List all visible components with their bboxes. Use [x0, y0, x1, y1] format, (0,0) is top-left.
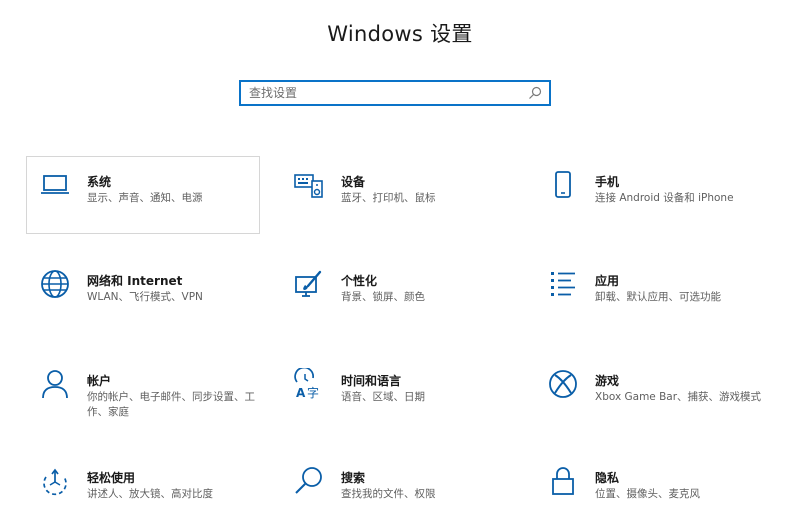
search-icon[interactable]	[528, 86, 542, 100]
ease-of-access-icon	[39, 465, 71, 497]
apps-list-icon	[547, 268, 579, 300]
globe-icon	[39, 268, 71, 300]
tile-description: 位置、摄像头、麦克风	[595, 488, 700, 500]
tile-search[interactable]: 搜索 查找我的文件、权限	[280, 452, 514, 530]
paintbrush-icon	[293, 268, 325, 300]
tile-title: 个性化	[341, 274, 378, 288]
tile-ease-of-access[interactable]: 轻松使用 讲述人、放大镜、高对比度	[26, 452, 260, 530]
tile-title: 搜索	[341, 471, 366, 485]
tile-accounts[interactable]: 帐户 你的帐户、电子邮件、同步设置、工作、家庭	[26, 355, 260, 433]
xbox-icon	[547, 368, 579, 400]
tile-system[interactable]: 系统 显示、声音、通知、电源	[26, 156, 260, 234]
person-icon	[39, 368, 71, 400]
tile-apps[interactable]: 应用 卸载、默认应用、可选功能	[534, 255, 768, 333]
tile-title: 网络和 Internet	[87, 274, 183, 288]
tile-title: 设备	[341, 175, 366, 189]
tile-network[interactable]: 网络和 Internet WLAN、飞行模式、VPN	[26, 255, 260, 333]
tile-description: WLAN、飞行模式、VPN	[87, 291, 203, 303]
svg-text:A: A	[296, 386, 306, 400]
tile-title: 时间和语言	[341, 374, 402, 388]
tile-title: 游戏	[595, 374, 620, 388]
tile-title: 隐私	[595, 471, 620, 485]
tile-phone[interactable]: 手机 连接 Android 设备和 iPhone	[534, 156, 768, 234]
tile-time-language[interactable]: A 字 时间和语言 语音、区域、日期	[280, 355, 514, 433]
tile-title: 手机	[595, 175, 620, 189]
devices-icon	[293, 169, 325, 201]
lock-icon	[547, 465, 579, 497]
tile-description: 语音、区域、日期	[341, 391, 425, 403]
svg-text:字: 字	[307, 385, 319, 400]
tile-description: 卸载、默认应用、可选功能	[595, 291, 721, 303]
search-box[interactable]	[239, 80, 551, 106]
tile-devices[interactable]: 设备 蓝牙、打印机、鼠标	[280, 156, 514, 234]
tile-description: 蓝牙、打印机、鼠标	[341, 192, 436, 204]
tile-description: 你的帐户、电子邮件、同步设置、工作、家庭	[87, 391, 255, 418]
search-input[interactable]	[249, 82, 519, 104]
tile-personalization[interactable]: 个性化 背景、锁屏、颜色	[280, 255, 514, 333]
tile-title: 应用	[595, 274, 620, 288]
search-icon	[293, 465, 325, 497]
time-language-icon: A 字	[293, 368, 325, 400]
tile-title: 轻松使用	[87, 471, 136, 485]
tile-gaming[interactable]: 游戏 Xbox Game Bar、捕获、游戏模式	[534, 355, 768, 433]
tile-description: 查找我的文件、权限	[341, 488, 436, 500]
tile-description: 显示、声音、通知、电源	[87, 192, 203, 204]
tile-description: Xbox Game Bar、捕获、游戏模式	[595, 391, 762, 403]
tile-title: 帐户	[87, 374, 112, 388]
tile-title: 系统	[87, 175, 112, 189]
tile-description: 连接 Android 设备和 iPhone	[595, 192, 734, 204]
page-title: Windows 设置	[327, 22, 473, 46]
laptop-icon	[39, 169, 71, 201]
phone-icon	[547, 169, 579, 201]
tile-privacy[interactable]: 隐私 位置、摄像头、麦克风	[534, 452, 768, 530]
tile-description: 背景、锁屏、颜色	[341, 291, 425, 303]
tile-description: 讲述人、放大镜、高对比度	[87, 488, 213, 500]
